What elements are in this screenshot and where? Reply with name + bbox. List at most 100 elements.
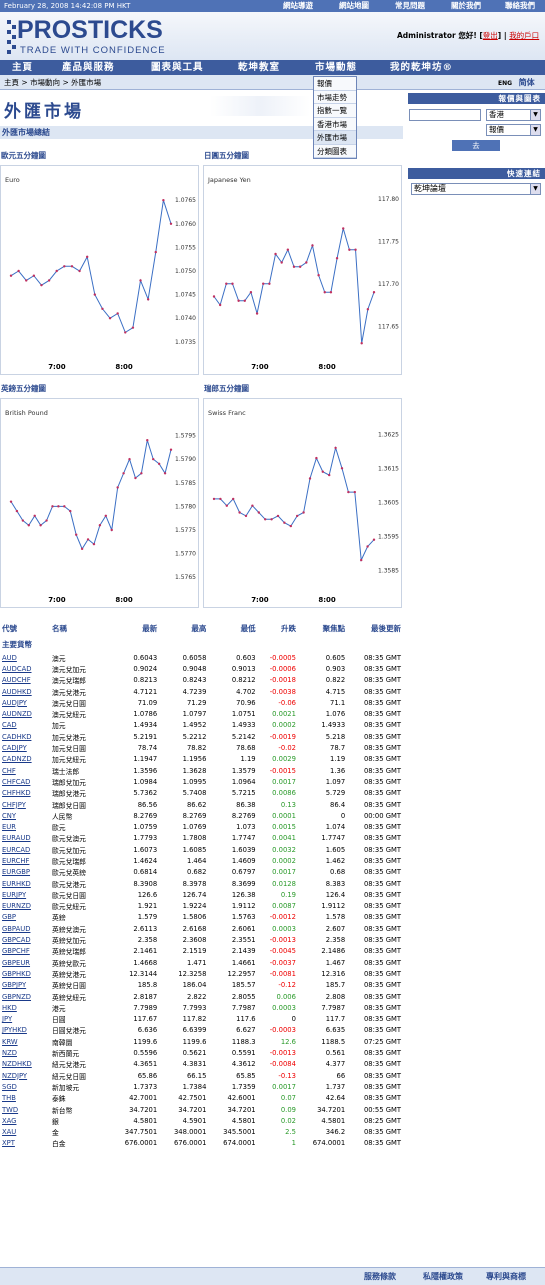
symbol-link[interactable]: CADNZD xyxy=(2,755,32,763)
symbol-link[interactable]: GBPCAD xyxy=(2,936,31,944)
menu-item-hk-market[interactable]: 香港市場 xyxy=(314,117,356,131)
cell-code[interactable]: AUDCAD xyxy=(0,663,52,674)
cell-code[interactable]: CNY xyxy=(0,810,52,821)
symbol-link[interactable]: GBP xyxy=(2,913,16,921)
cell-code[interactable]: XAG xyxy=(0,1115,52,1126)
cell-code[interactable]: HKD xyxy=(0,1002,52,1013)
cell-code[interactable]: JPY xyxy=(0,1014,52,1025)
cell-code[interactable]: EUR xyxy=(0,821,52,832)
cell-code[interactable]: EURHKD xyxy=(0,878,52,889)
cell-code[interactable]: XPT xyxy=(0,1138,52,1149)
cell-code[interactable]: GBPCAD xyxy=(0,934,52,945)
cell-code[interactable]: CAD xyxy=(0,720,52,731)
go-button[interactable]: 去 xyxy=(452,140,500,151)
symbol-link[interactable]: EURHKD xyxy=(2,880,31,888)
cell-code[interactable]: XAU xyxy=(0,1126,52,1137)
cell-code[interactable]: KRW xyxy=(0,1036,52,1047)
symbol-link[interactable]: NZDJPY xyxy=(2,1072,27,1080)
cell-code[interactable]: GBPCHF xyxy=(0,946,52,957)
type-select[interactable]: 報價 ▼ xyxy=(486,124,541,136)
cell-code[interactable]: GBPJPY xyxy=(0,980,52,991)
symbol-link[interactable]: JPY xyxy=(2,1015,12,1023)
symbol-link[interactable]: XPT xyxy=(2,1139,15,1147)
nav-market[interactable]: 市場動態 xyxy=(315,60,357,75)
cell-code[interactable]: NZD xyxy=(0,1047,52,1058)
symbol-link[interactable]: NZDHKD xyxy=(2,1060,32,1068)
symbol-link[interactable]: XAG xyxy=(2,1117,16,1125)
nav-products[interactable]: 產品與服務 xyxy=(62,60,115,75)
cell-code[interactable]: AUDJPY xyxy=(0,697,52,708)
my-account-link[interactable]: 我的戶口 xyxy=(509,31,539,40)
nav-classroom[interactable]: 乾坤教室 xyxy=(238,60,280,75)
symbol-link[interactable]: AUDNZD xyxy=(2,710,32,718)
cell-code[interactable]: CHFHKD xyxy=(0,788,52,799)
symbol-link[interactable]: EURCHF xyxy=(2,857,29,865)
symbol-link[interactable]: GBPEUR xyxy=(2,959,30,967)
symbol-link[interactable]: EURJPY xyxy=(2,891,26,899)
symbol-link[interactable]: AUDCHF xyxy=(2,676,31,684)
symbol-link[interactable]: EURNZD xyxy=(2,902,31,910)
chart-eur[interactable]: Euro 1.0765 1.0760 1.0755 1.0750 1.0745 1.074… xyxy=(0,165,199,375)
cell-code[interactable]: AUDNZD xyxy=(0,708,52,719)
symbol-link[interactable]: HKD xyxy=(2,1004,17,1012)
link-site-guide[interactable]: 網站導遊 xyxy=(283,0,313,12)
cell-code[interactable]: GBPEUR xyxy=(0,957,52,968)
symbol-link[interactable]: CHFJPY xyxy=(2,801,26,809)
link-contact[interactable]: 聯絡我們 xyxy=(505,0,535,12)
chart-gbp[interactable]: British Pound 1.5795 1.5790 1.5785 1.5780 1.… xyxy=(0,398,199,608)
lang-chs[interactable]: 简体 xyxy=(519,78,535,87)
nav-charts-tools[interactable]: 圖表與工具 xyxy=(151,60,204,75)
cell-code[interactable]: CHFCAD xyxy=(0,776,52,787)
symbol-link[interactable]: CADHKD xyxy=(2,733,31,741)
nav-home[interactable]: 主頁 xyxy=(12,60,33,75)
symbol-link[interactable]: GBPJPY xyxy=(2,981,26,989)
symbol-link[interactable]: THB xyxy=(2,1094,16,1102)
link-about[interactable]: 關於我們 xyxy=(451,0,481,12)
symbol-link[interactable]: TWD xyxy=(2,1106,18,1114)
footer-patent-link[interactable]: 專利與商標 xyxy=(486,1271,526,1282)
cell-code[interactable]: SGD xyxy=(0,1081,52,1092)
cell-code[interactable]: EURJPY xyxy=(0,889,52,900)
chart-chf[interactable]: Swiss Franc 1.3625 1.3615 1.3605 1.3595 1.35… xyxy=(203,398,402,608)
cell-code[interactable]: NZDJPY xyxy=(0,1070,52,1081)
cell-code[interactable]: CHFJPY xyxy=(0,799,52,810)
cell-code[interactable]: EURCAD xyxy=(0,844,52,855)
symbol-link[interactable]: CHFCAD xyxy=(2,778,30,786)
cell-code[interactable]: AUD xyxy=(0,652,52,663)
nav-my-prosticks[interactable]: 我的乾坤坊® xyxy=(390,60,453,75)
menu-item-market-trend[interactable]: 市場走勢 xyxy=(314,90,356,104)
menu-item-forex[interactable]: 外匯市場 xyxy=(314,131,356,145)
symbol-link[interactable]: CADJPY xyxy=(2,744,27,752)
cell-code[interactable]: EURGBP xyxy=(0,867,52,878)
cell-code[interactable]: GBPHKD xyxy=(0,968,52,979)
symbol-link[interactable]: SGD xyxy=(2,1083,17,1091)
cell-code[interactable]: GBPNZD xyxy=(0,991,52,1002)
symbol-link[interactable]: EURCAD xyxy=(2,846,30,854)
symbol-input[interactable] xyxy=(409,109,481,121)
link-faq[interactable]: 常見問題 xyxy=(395,0,425,12)
symbol-link[interactable]: AUDHKD xyxy=(2,688,32,696)
symbol-link[interactable]: CNY xyxy=(2,812,16,820)
symbol-link[interactable]: KRW xyxy=(2,1038,18,1046)
symbol-link[interactable]: GBPHKD xyxy=(2,970,31,978)
symbol-link[interactable]: AUD xyxy=(2,654,17,662)
cell-code[interactable]: NZDHKD xyxy=(0,1059,52,1070)
cell-code[interactable]: TWD xyxy=(0,1104,52,1115)
logo-title[interactable]: PROSTICKS xyxy=(17,18,163,43)
symbol-link[interactable]: CHF xyxy=(2,767,16,775)
cell-code[interactable]: GBPAUD xyxy=(0,923,52,934)
link-sitemap[interactable]: 網站地圖 xyxy=(339,0,369,12)
cell-code[interactable]: CADJPY xyxy=(0,742,52,753)
symbol-link[interactable]: EURAUD xyxy=(2,834,31,842)
symbol-link[interactable]: AUDJPY xyxy=(2,699,27,707)
logout-link[interactable]: 登出 xyxy=(483,31,498,40)
market-select[interactable]: 香港 ▼ xyxy=(486,109,541,121)
cell-code[interactable]: EURCHF xyxy=(0,855,52,866)
symbol-link[interactable]: GBPNZD xyxy=(2,993,31,1001)
symbol-link[interactable]: AUDCAD xyxy=(2,665,32,673)
breadcrumb-home[interactable]: 主頁 xyxy=(4,78,19,87)
symbol-link[interactable]: GBPCHF xyxy=(2,947,30,955)
cell-code[interactable]: EURNZD xyxy=(0,901,52,912)
symbol-link[interactable]: EUR xyxy=(2,823,16,831)
chart-jpy[interactable]: Japanese Yen 117.80 117.75 117.70 117.65 7:0… xyxy=(203,165,402,375)
